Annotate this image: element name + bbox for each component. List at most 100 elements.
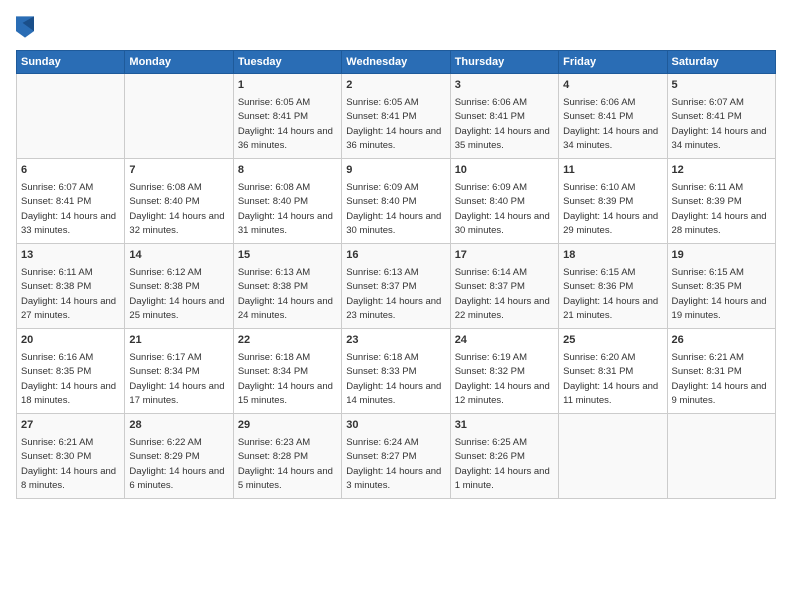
day-info: Sunrise: 6:09 AM Sunset: 8:40 PM Dayligh… xyxy=(455,182,550,237)
day-number: 22 xyxy=(238,333,337,349)
header-row: SundayMondayTuesdayWednesdayThursdayFrid… xyxy=(17,51,776,74)
day-info: Sunrise: 6:06 AM Sunset: 8:41 PM Dayligh… xyxy=(563,97,658,152)
day-info: Sunrise: 6:13 AM Sunset: 8:37 PM Dayligh… xyxy=(346,267,441,322)
calendar-cell: 30 Sunrise: 6:24 AM Sunset: 8:27 PM Dayli… xyxy=(342,413,450,498)
day-info: Sunrise: 6:21 AM Sunset: 8:30 PM Dayligh… xyxy=(21,437,116,492)
calendar-cell: 1 Sunrise: 6:05 AM Sunset: 8:41 PM Daylig… xyxy=(233,74,341,159)
header-day-sunday: Sunday xyxy=(17,51,125,74)
day-number: 2 xyxy=(346,78,445,94)
calendar-cell: 3Sunrise: 6:06 AM Sunset: 8:41 PM Daylig… xyxy=(450,74,558,159)
day-info: Sunrise: 6:16 AM Sunset: 8:35 PM Dayligh… xyxy=(21,352,116,407)
header-day-tuesday: Tuesday xyxy=(233,51,341,74)
calendar-cell xyxy=(125,74,233,159)
day-number: 12 xyxy=(672,163,771,179)
calendar-cell: 25 Sunrise: 6:20 AM Sunset: 8:31 PM Dayli… xyxy=(559,328,667,413)
day-info: Sunrise: 6:18 AM Sunset: 8:33 PM Dayligh… xyxy=(346,352,441,407)
day-number: 28 xyxy=(129,418,228,434)
calendar-header: SundayMondayTuesdayWednesdayThursdayFrid… xyxy=(17,51,776,74)
week-row-5: 27 Sunrise: 6:21 AM Sunset: 8:30 PM Dayli… xyxy=(17,413,776,498)
day-number: 30 xyxy=(346,418,445,434)
day-info: Sunrise: 6:05 AM Sunset: 8:41 PM Dayligh… xyxy=(346,97,441,152)
day-info: Sunrise: 6:14 AM Sunset: 8:37 PM Dayligh… xyxy=(455,267,550,322)
day-info: Sunrise: 6:08 AM Sunset: 8:40 PM Dayligh… xyxy=(238,182,333,237)
day-number: 16 xyxy=(346,248,445,264)
day-number: 5 xyxy=(672,78,771,94)
day-info: Sunrise: 6:23 AM Sunset: 8:28 PM Dayligh… xyxy=(238,437,333,492)
day-info: Sunrise: 6:08 AM Sunset: 8:40 PM Dayligh… xyxy=(129,182,224,237)
calendar-body: 1 Sunrise: 6:05 AM Sunset: 8:41 PM Daylig… xyxy=(17,74,776,499)
calendar-cell: 16 Sunrise: 6:13 AM Sunset: 8:37 PM Dayli… xyxy=(342,243,450,328)
calendar-cell: 5 Sunrise: 6:07 AM Sunset: 8:41 PM Daylig… xyxy=(667,74,775,159)
logo-icon xyxy=(16,16,34,38)
day-number: 23 xyxy=(346,333,445,349)
header-day-monday: Monday xyxy=(125,51,233,74)
day-number: 1 xyxy=(238,78,337,94)
day-number: 11 xyxy=(563,163,662,179)
calendar-cell: 18 Sunrise: 6:15 AM Sunset: 8:36 PM Dayli… xyxy=(559,243,667,328)
calendar-cell: 6Sunrise: 6:07 AM Sunset: 8:41 PM Daylig… xyxy=(17,158,125,243)
day-number: 15 xyxy=(238,248,337,264)
calendar-cell: 23 Sunrise: 6:18 AM Sunset: 8:33 PM Dayli… xyxy=(342,328,450,413)
calendar-cell: 4Sunrise: 6:06 AM Sunset: 8:41 PM Daylig… xyxy=(559,74,667,159)
day-info: Sunrise: 6:11 AM Sunset: 8:38 PM Dayligh… xyxy=(21,267,116,322)
header-day-wednesday: Wednesday xyxy=(342,51,450,74)
calendar-cell xyxy=(17,74,125,159)
day-info: Sunrise: 6:25 AM Sunset: 8:26 PM Dayligh… xyxy=(455,437,550,492)
day-info: Sunrise: 6:12 AM Sunset: 8:38 PM Dayligh… xyxy=(129,267,224,322)
calendar-cell: 12 Sunrise: 6:11 AM Sunset: 8:39 PM Dayli… xyxy=(667,158,775,243)
day-info: Sunrise: 6:18 AM Sunset: 8:34 PM Dayligh… xyxy=(238,352,333,407)
calendar-cell: 19Sunrise: 6:15 AM Sunset: 8:35 PM Dayli… xyxy=(667,243,775,328)
day-number: 13 xyxy=(21,248,120,264)
header-day-thursday: Thursday xyxy=(450,51,558,74)
calendar-cell: 2 Sunrise: 6:05 AM Sunset: 8:41 PM Daylig… xyxy=(342,74,450,159)
day-info: Sunrise: 6:19 AM Sunset: 8:32 PM Dayligh… xyxy=(455,352,550,407)
day-number: 10 xyxy=(455,163,554,179)
day-number: 8 xyxy=(238,163,337,179)
calendar-cell: 13 Sunrise: 6:11 AM Sunset: 8:38 PM Dayli… xyxy=(17,243,125,328)
calendar-cell: 26 Sunrise: 6:21 AM Sunset: 8:31 PM Dayli… xyxy=(667,328,775,413)
day-info: Sunrise: 6:13 AM Sunset: 8:38 PM Dayligh… xyxy=(238,267,333,322)
day-info: Sunrise: 6:11 AM Sunset: 8:39 PM Dayligh… xyxy=(672,182,767,237)
calendar-cell: 24Sunrise: 6:19 AM Sunset: 8:32 PM Dayli… xyxy=(450,328,558,413)
calendar-cell: 31 Sunrise: 6:25 AM Sunset: 8:26 PM Dayli… xyxy=(450,413,558,498)
day-number: 31 xyxy=(455,418,554,434)
day-number: 7 xyxy=(129,163,228,179)
calendar-cell: 10 Sunrise: 6:09 AM Sunset: 8:40 PM Dayli… xyxy=(450,158,558,243)
calendar-table: SundayMondayTuesdayWednesdayThursdayFrid… xyxy=(16,50,776,499)
calendar-cell xyxy=(559,413,667,498)
day-number: 25 xyxy=(563,333,662,349)
day-number: 27 xyxy=(21,418,120,434)
day-info: Sunrise: 6:05 AM Sunset: 8:41 PM Dayligh… xyxy=(238,97,333,152)
day-info: Sunrise: 6:10 AM Sunset: 8:39 PM Dayligh… xyxy=(563,182,658,237)
header-day-saturday: Saturday xyxy=(667,51,775,74)
week-row-2: 6Sunrise: 6:07 AM Sunset: 8:41 PM Daylig… xyxy=(17,158,776,243)
day-info: Sunrise: 6:24 AM Sunset: 8:27 PM Dayligh… xyxy=(346,437,441,492)
logo xyxy=(16,16,37,38)
day-number: 26 xyxy=(672,333,771,349)
calendar-cell: 29 Sunrise: 6:23 AM Sunset: 8:28 PM Dayli… xyxy=(233,413,341,498)
day-info: Sunrise: 6:15 AM Sunset: 8:36 PM Dayligh… xyxy=(563,267,658,322)
calendar-cell xyxy=(667,413,775,498)
day-number: 18 xyxy=(563,248,662,264)
day-info: Sunrise: 6:20 AM Sunset: 8:31 PM Dayligh… xyxy=(563,352,658,407)
week-row-1: 1 Sunrise: 6:05 AM Sunset: 8:41 PM Daylig… xyxy=(17,74,776,159)
calendar-cell: 8 Sunrise: 6:08 AM Sunset: 8:40 PM Daylig… xyxy=(233,158,341,243)
day-info: Sunrise: 6:07 AM Sunset: 8:41 PM Dayligh… xyxy=(21,182,116,237)
day-info: Sunrise: 6:22 AM Sunset: 8:29 PM Dayligh… xyxy=(129,437,224,492)
day-number: 20 xyxy=(21,333,120,349)
header-day-friday: Friday xyxy=(559,51,667,74)
week-row-3: 13 Sunrise: 6:11 AM Sunset: 8:38 PM Dayli… xyxy=(17,243,776,328)
calendar-cell: 15 Sunrise: 6:13 AM Sunset: 8:38 PM Dayli… xyxy=(233,243,341,328)
calendar-cell: 28 Sunrise: 6:22 AM Sunset: 8:29 PM Dayli… xyxy=(125,413,233,498)
day-info: Sunrise: 6:21 AM Sunset: 8:31 PM Dayligh… xyxy=(672,352,767,407)
calendar-cell: 17Sunrise: 6:14 AM Sunset: 8:37 PM Dayli… xyxy=(450,243,558,328)
day-number: 14 xyxy=(129,248,228,264)
calendar-cell: 9Sunrise: 6:09 AM Sunset: 8:40 PM Daylig… xyxy=(342,158,450,243)
day-info: Sunrise: 6:07 AM Sunset: 8:41 PM Dayligh… xyxy=(672,97,767,152)
day-info: Sunrise: 6:17 AM Sunset: 8:34 PM Dayligh… xyxy=(129,352,224,407)
week-row-4: 20 Sunrise: 6:16 AM Sunset: 8:35 PM Dayli… xyxy=(17,328,776,413)
calendar-cell: 20 Sunrise: 6:16 AM Sunset: 8:35 PM Dayli… xyxy=(17,328,125,413)
calendar-cell: 14 Sunrise: 6:12 AM Sunset: 8:38 PM Dayli… xyxy=(125,243,233,328)
calendar-cell: 27 Sunrise: 6:21 AM Sunset: 8:30 PM Dayli… xyxy=(17,413,125,498)
day-number: 29 xyxy=(238,418,337,434)
